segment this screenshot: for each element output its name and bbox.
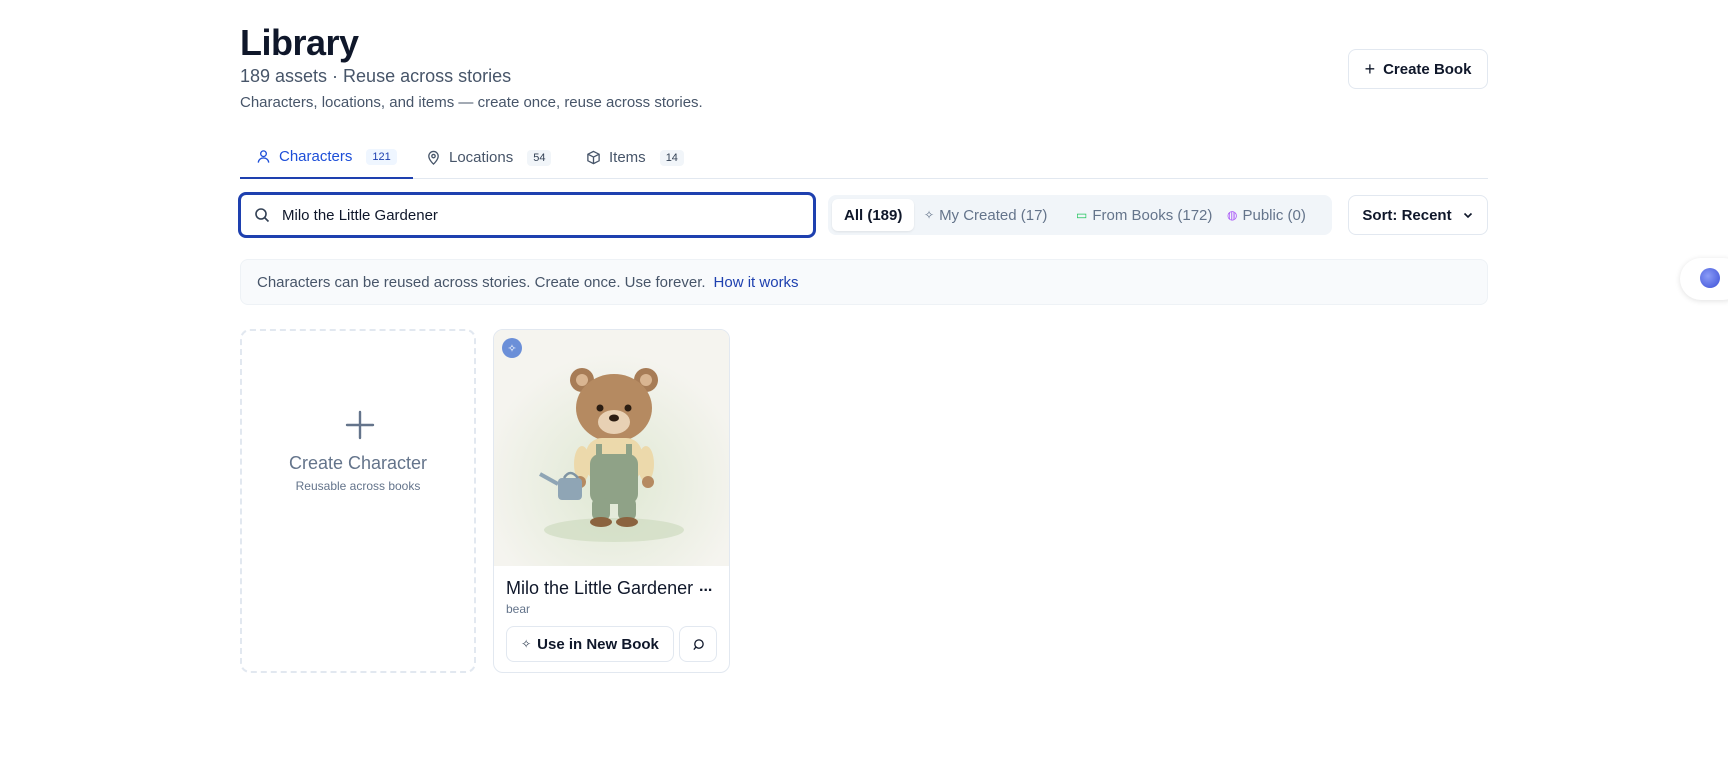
sparkle-icon: ✧ xyxy=(924,208,935,222)
tab-label: Items xyxy=(609,149,646,166)
sort-label: Sort: Recent xyxy=(1362,206,1452,224)
character-type: bear xyxy=(506,602,531,616)
character-image[interactable] xyxy=(494,330,729,566)
tab-locations[interactable]: Locations 54 xyxy=(410,136,567,179)
tab-count: 14 xyxy=(659,149,684,166)
page-subtitle: 189 assets · Reuse across stories xyxy=(240,66,512,86)
character-name: Milo the Little Gardener xyxy=(506,578,694,598)
tab-label: Characters xyxy=(279,148,353,165)
floating-assistant-button[interactable] xyxy=(1680,258,1728,300)
create-character-card[interactable]: Create Character Reusable across books xyxy=(240,329,476,673)
tab-count: 121 xyxy=(366,148,397,165)
create-book-button[interactable]: + Create Book xyxy=(1348,49,1488,89)
tab-characters[interactable]: Characters 121 xyxy=(240,136,413,179)
info-text: Characters can be reused across stories.… xyxy=(257,273,706,291)
chat-icon xyxy=(692,638,704,650)
filter-all[interactable]: All (189) xyxy=(832,199,915,231)
how-it-works-link[interactable]: How it works xyxy=(714,274,799,291)
filter-group: All (189) ✧ My Created (17) ▭ From Books… xyxy=(828,195,1332,235)
chevron-down-icon xyxy=(1463,212,1472,219)
package-icon xyxy=(587,150,600,165)
book-icon: ▭ xyxy=(1076,208,1088,222)
create-book-label: Create Book xyxy=(1383,60,1472,78)
asset-tabs: Characters 121 Locations 54 Items 14 xyxy=(240,136,1488,179)
bear-illustration xyxy=(494,330,729,566)
filter-my-created[interactable]: ✧ My Created (17) xyxy=(912,199,1059,231)
tab-count: 54 xyxy=(527,149,552,166)
search-icon xyxy=(255,208,270,223)
globe-icon: ◍ xyxy=(1227,208,1238,222)
page-description: Characters, locations, and items — creat… xyxy=(240,94,703,111)
filter-label: My Created (17) xyxy=(939,206,1048,224)
search-input[interactable] xyxy=(282,206,782,224)
sparkle-icon: ✧ xyxy=(521,637,532,651)
map-pin-icon xyxy=(428,150,439,165)
use-in-new-book-label: Use in New Book xyxy=(537,635,659,653)
filter-public[interactable]: ◍ Public (0) xyxy=(1215,199,1318,231)
create-character-subtitle: Reusable across books xyxy=(295,479,421,493)
plus-icon: + xyxy=(1364,59,1376,79)
tab-items[interactable]: Items 14 xyxy=(570,136,700,179)
chat-button[interactable] xyxy=(679,626,717,662)
plus-icon xyxy=(345,410,375,440)
page-title: Library xyxy=(240,22,359,63)
search-box xyxy=(238,192,816,238)
tab-label: Locations xyxy=(449,149,514,166)
more-options-button[interactable]: ... xyxy=(699,578,712,596)
sparkle-badge-icon: ✧ xyxy=(502,338,522,358)
filter-label: Public (0) xyxy=(1242,206,1306,224)
sort-dropdown[interactable]: Sort: Recent xyxy=(1348,195,1488,235)
filter-label: All (189) xyxy=(844,206,903,224)
user-icon xyxy=(257,150,270,163)
info-banner: Characters can be reused across stories.… xyxy=(240,259,1488,305)
filter-label: From Books (172) xyxy=(1092,206,1213,224)
character-card: ✧ Milo the Little Gardener ... bear ✧ Us… xyxy=(493,329,730,673)
use-in-new-book-button[interactable]: ✧ Use in New Book xyxy=(506,626,674,662)
create-character-title: Create Character xyxy=(288,453,428,473)
filter-from-books[interactable]: ▭ From Books (172) xyxy=(1064,199,1224,231)
assistant-icon xyxy=(1700,268,1720,288)
